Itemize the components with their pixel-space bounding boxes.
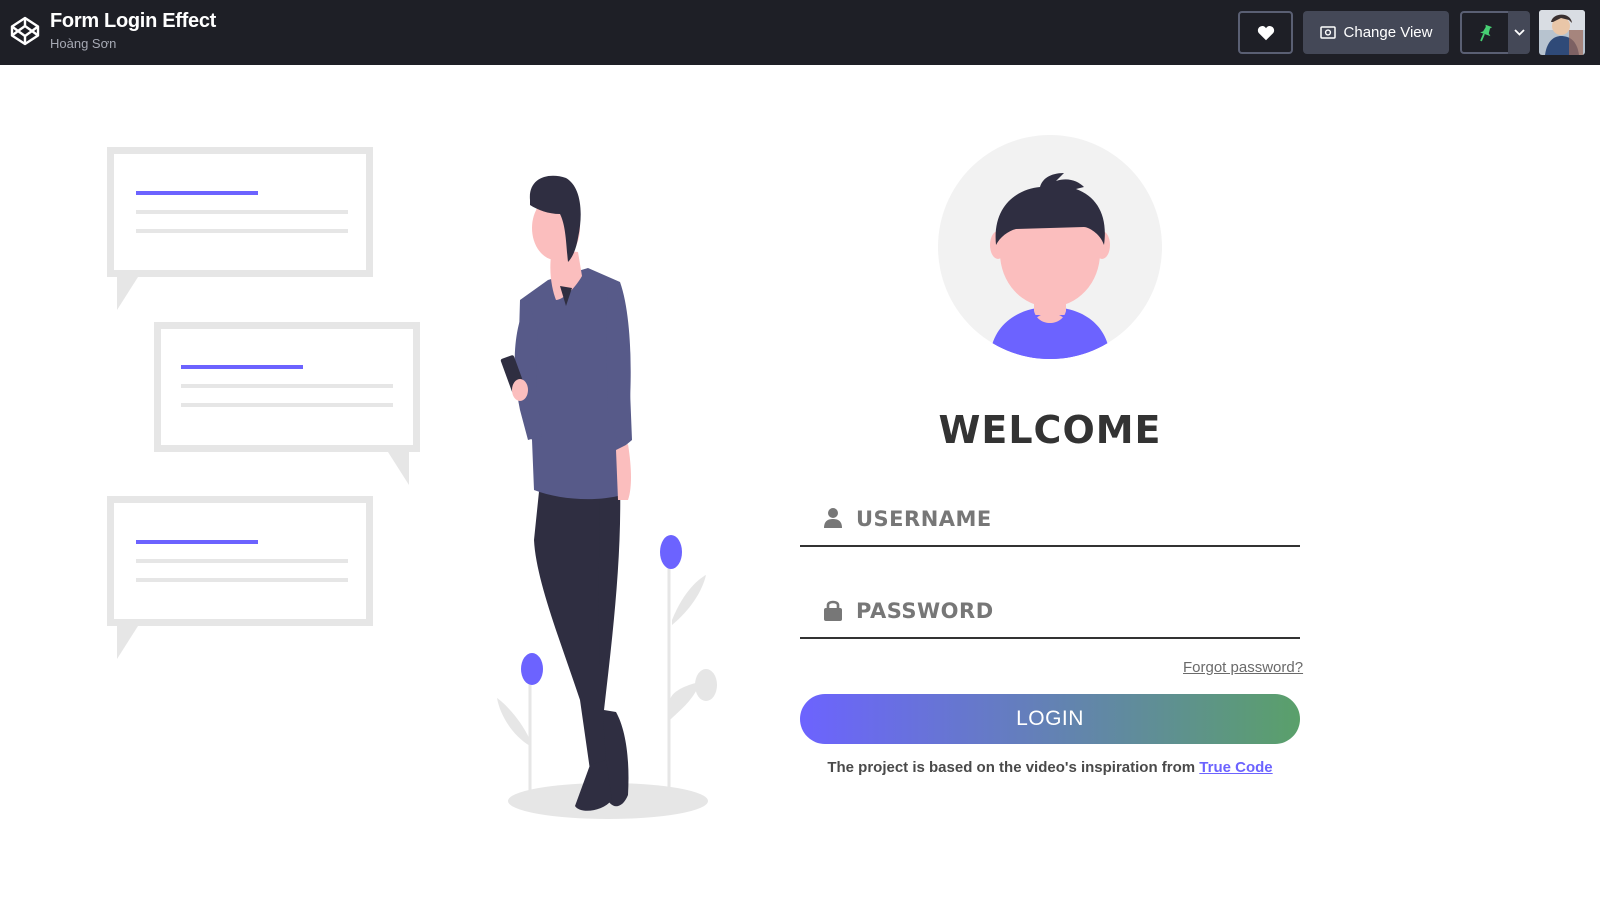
user-avatar[interactable] bbox=[1539, 10, 1585, 55]
pin-icon bbox=[1480, 24, 1493, 41]
username-field[interactable] bbox=[800, 493, 1300, 547]
credit-text-label: The project is based on the video's insp… bbox=[827, 759, 1200, 776]
codepen-logo-icon[interactable] bbox=[9, 15, 41, 47]
chat-bubble-icon bbox=[154, 322, 420, 485]
pen-author[interactable]: Hoàng Sơn bbox=[50, 36, 116, 51]
forgot-password-link[interactable]: Forgot password? bbox=[1183, 659, 1303, 676]
chat-bubble-icon bbox=[107, 496, 373, 659]
pin-dropdown-button[interactable] bbox=[1508, 11, 1530, 54]
credit-text: The project is based on the video's insp… bbox=[800, 759, 1300, 776]
profile-avatar bbox=[938, 135, 1162, 359]
heart-icon bbox=[1257, 25, 1274, 40]
password-input[interactable] bbox=[856, 593, 1276, 629]
user-icon bbox=[824, 508, 842, 528]
pin-button[interactable] bbox=[1460, 11, 1510, 54]
lock-icon bbox=[824, 600, 842, 621]
hero-illustration bbox=[107, 147, 717, 819]
true-code-link[interactable]: True Code bbox=[1199, 759, 1272, 776]
chat-bubble-icon bbox=[107, 147, 373, 310]
view-icon bbox=[1319, 26, 1336, 39]
person-illustration bbox=[500, 175, 632, 811]
password-field[interactable] bbox=[800, 585, 1300, 639]
username-input[interactable] bbox=[856, 501, 1276, 537]
change-view-label: Change View bbox=[1343, 24, 1433, 41]
change-view-button[interactable]: Change View bbox=[1303, 11, 1449, 54]
top-bar: Form Login Effect Hoàng Sơn Change View bbox=[0, 0, 1600, 65]
login-button[interactable]: LOGIN bbox=[800, 694, 1300, 744]
pen-title[interactable]: Form Login Effect bbox=[50, 10, 216, 33]
heart-button[interactable] bbox=[1238, 11, 1293, 54]
welcome-heading: WELCOME bbox=[938, 408, 1162, 452]
chevron-down-icon bbox=[1513, 29, 1525, 36]
